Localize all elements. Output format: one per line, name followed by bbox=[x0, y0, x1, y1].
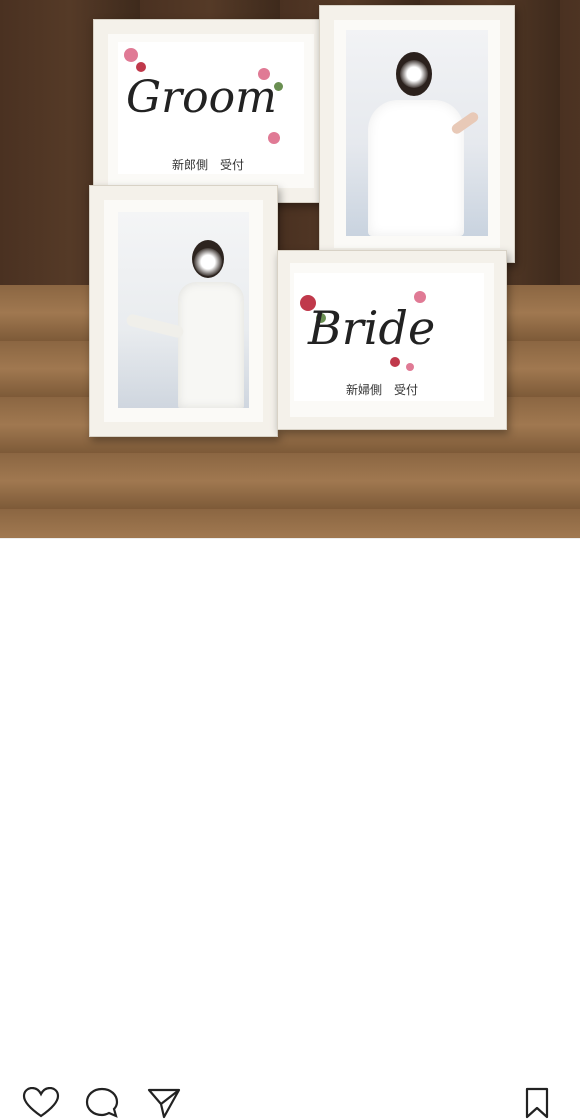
groom-card: Groom 新郎側 受付 bbox=[118, 42, 304, 174]
frame-mat bbox=[104, 200, 263, 422]
groom-title: Groom bbox=[126, 72, 277, 123]
bride-photo bbox=[346, 30, 488, 236]
frame-bride-card: Bride 新婦側 受付 bbox=[277, 250, 507, 430]
wedding-dress bbox=[368, 100, 464, 236]
bride-title: Bride bbox=[308, 301, 436, 355]
face-blur-flare bbox=[194, 248, 222, 276]
bookmark-icon[interactable] bbox=[522, 1087, 552, 1119]
groom-caption: 新郎側 受付 bbox=[172, 158, 245, 172]
flower-decoration bbox=[124, 48, 138, 62]
groom-arm bbox=[125, 313, 185, 339]
bride-caption: 新婦側 受付 bbox=[346, 383, 419, 397]
frame-mat: Groom 新郎側 受付 bbox=[108, 34, 314, 188]
flower-decoration bbox=[406, 363, 414, 371]
frame-groom-photo bbox=[89, 185, 278, 437]
comment-icon[interactable] bbox=[84, 1087, 120, 1119]
flower-decoration bbox=[390, 357, 400, 367]
frame-groom-card: Groom 新郎側 受付 bbox=[93, 19, 329, 203]
flower-decoration bbox=[136, 62, 146, 72]
frame-mat: Bride 新婦側 受付 bbox=[290, 263, 494, 417]
flower-decoration bbox=[268, 132, 280, 144]
heart-icon[interactable] bbox=[22, 1087, 60, 1119]
post-photo[interactable]: Groom 新郎側 受付 Bride 新婦側 受付 bbox=[0, 0, 580, 538]
bride-card: Bride 新婦側 受付 bbox=[294, 273, 484, 401]
frame-mat bbox=[334, 20, 500, 248]
groom-photo bbox=[118, 212, 249, 408]
post-action-bar bbox=[0, 538, 580, 1119]
groom-suit bbox=[178, 282, 244, 408]
share-icon[interactable] bbox=[146, 1087, 182, 1119]
frame-bride-photo bbox=[319, 5, 515, 263]
face-blur-flare bbox=[400, 60, 428, 88]
